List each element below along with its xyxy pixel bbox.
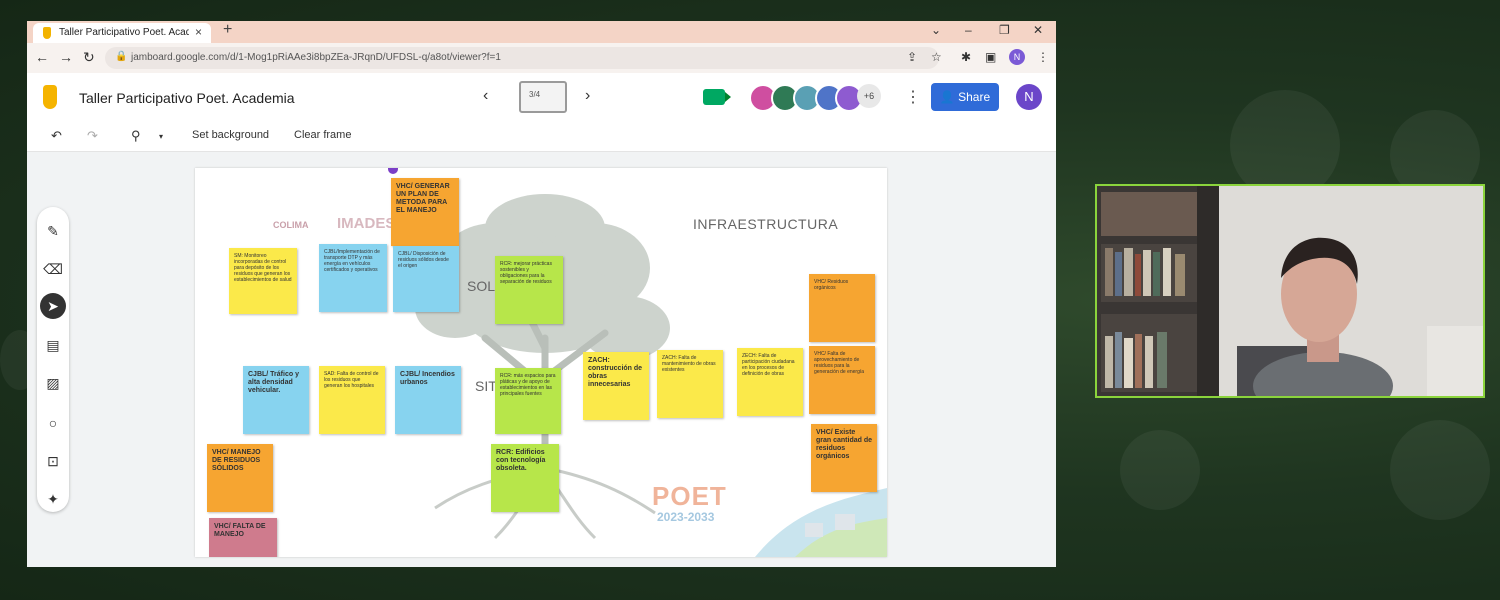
select-cursor-icon[interactable]: ➤: [40, 293, 66, 319]
sticky-note-icon[interactable]: ▤: [43, 335, 63, 355]
reload-icon[interactable]: ↻: [83, 49, 95, 66]
eraser-icon[interactable]: ⌫: [43, 259, 63, 279]
new-tab-button[interactable]: +: [223, 21, 232, 39]
jamboard-favicon-icon: [43, 27, 51, 39]
side-panel-icon[interactable]: ▣: [985, 50, 996, 64]
browser-window: Taller Participativo Poet. Academia × + …: [27, 21, 1056, 567]
text-box-icon[interactable]: ⊡: [43, 451, 63, 471]
participant-video-tile: [1095, 184, 1485, 398]
sticky-note[interactable]: SM: Monitoreo incorporadas de control pa…: [229, 248, 297, 314]
tool-palette: ✎ ⌫ ➤ ▤ ▨ ○ ⊡ ✦: [37, 207, 69, 512]
zoom-dropdown-icon[interactable]: ▾: [159, 132, 163, 141]
minimize-button[interactable]: –: [965, 23, 972, 37]
document-title[interactable]: Taller Participativo Poet. Academia: [79, 90, 295, 106]
pen-icon[interactable]: ✎: [43, 221, 63, 241]
zoom-icon[interactable]: ⚲: [131, 128, 141, 144]
lock-icon: 🔒: [115, 51, 128, 62]
circle-shape-icon[interactable]: ○: [43, 413, 63, 433]
extensions-puzzle-icon[interactable]: ✱: [961, 50, 971, 64]
sticky-note[interactable]: RCR: mejorar prácticas sostenibles y obl…: [495, 256, 563, 324]
redo-icon[interactable]: ↷: [87, 128, 98, 144]
frame-indicator: 3/4: [529, 90, 541, 99]
browser-menu-icon[interactable]: ⋮: [1037, 50, 1049, 64]
restore-button[interactable]: ❐: [999, 23, 1010, 37]
browser-profile-avatar[interactable]: N: [1009, 49, 1025, 65]
person-add-icon: 👤: [939, 90, 955, 104]
sit-label: SIT: [475, 378, 497, 394]
undo-icon[interactable]: ↶: [51, 128, 62, 144]
frame-bar-thumbnail[interactable]: 3/4: [519, 81, 567, 113]
tab-strip: Taller Participativo Poet. Academia × + …: [27, 21, 1056, 43]
sticky-note[interactable]: VHC/ Residuos orgánicos: [809, 274, 875, 342]
clear-frame-button[interactable]: Clear frame: [294, 129, 351, 141]
background-bokeh: [1390, 420, 1490, 520]
sticky-note[interactable]: VHC/ FALTA DE MANEJO: [209, 518, 277, 557]
more-options-icon[interactable]: ⋮: [905, 87, 921, 107]
account-avatar[interactable]: N: [1016, 84, 1042, 110]
poet-years: 2023-2033: [657, 510, 715, 524]
browser-tab[interactable]: Taller Participativo Poet. Academia ×: [33, 23, 211, 43]
share-page-icon[interactable]: ⇪: [907, 50, 917, 64]
sticky-note[interactable]: CJBL/ Incendios urbanos: [395, 366, 461, 434]
jamboard-header: Taller Participativo Poet. Academia ‹ 3/…: [27, 73, 1056, 121]
sticky-note[interactable]: SAD: Falta de control de los residuos qu…: [319, 366, 385, 434]
set-background-button[interactable]: Set background: [192, 129, 269, 141]
tab-title: Taller Participativo Poet. Academia: [59, 27, 189, 38]
sticky-note[interactable]: ZECH: Falta de participación ciudadana e…: [737, 348, 803, 416]
board-toolbar: ↶ ↷ ⚲ ▾ Set background Clear frame: [27, 121, 1056, 152]
more-participants-badge[interactable]: +6: [857, 84, 881, 108]
colima-logo: COLIMA: [273, 220, 309, 230]
jamboard-logo-icon[interactable]: [43, 85, 57, 109]
meet-camera-icon[interactable]: [703, 89, 731, 105]
canvas-area: ✎ ⌫ ➤ ▤ ▨ ○ ⊡ ✦ COLIMA IMADES INFRAESTRU…: [27, 152, 1056, 567]
tab-close-icon[interactable]: ×: [195, 25, 202, 39]
sticky-note[interactable]: CJBL/ Disposición de residuos sólidos de…: [393, 246, 459, 312]
sticky-note[interactable]: ZACH: Falta de mantenimiento de obras ex…: [657, 350, 723, 418]
sticky-note[interactable]: RCR: Edificios con tecnología obsoleta.: [491, 444, 559, 512]
share-label: Share: [958, 90, 991, 104]
poet-logo: POET: [652, 481, 727, 511]
back-arrow-icon[interactable]: ←: [35, 49, 49, 65]
jam-frame[interactable]: COLIMA IMADES INFRAESTRUCTURA SOLUCIONES…: [195, 168, 887, 557]
infraestructura-heading: INFRAESTRUCTURA: [693, 216, 839, 232]
sticky-note[interactable]: VHC/ MANEJO DE RESIDUOS SÓLIDOS: [207, 444, 273, 512]
sticky-note[interactable]: CJBL/Implementación de transporte DTP y …: [319, 244, 387, 312]
sticky-note[interactable]: RCR: más espacios para pláticas y de apo…: [495, 368, 561, 434]
participant-video-feed: [1097, 186, 1483, 396]
laser-icon[interactable]: ✦: [43, 489, 63, 509]
tab-search-icon[interactable]: ⌄: [931, 23, 941, 37]
navigation-bar: ← → ↻ 🔒 jamboard.google.com/d/1-Mog1pRiA…: [27, 43, 1056, 73]
background-bokeh: [1120, 430, 1200, 510]
next-frame-icon[interactable]: ›: [585, 87, 590, 105]
close-window-button[interactable]: ✕: [1033, 23, 1043, 37]
image-icon[interactable]: ▨: [43, 373, 63, 393]
sticky-note[interactable]: VHC/ Falta de aprovechamiento de residuo…: [809, 346, 875, 414]
url-text[interactable]: jamboard.google.com/d/1-Mog1pRiAAe3i8bpZ…: [131, 52, 501, 63]
sticky-note[interactable]: CJBL/ Tráfico y alta densidad vehicular.: [243, 366, 309, 434]
previous-frame-icon[interactable]: ‹: [483, 87, 488, 105]
sticky-note[interactable]: ZACH: construcción de obras innecesarias: [583, 352, 649, 420]
imades-logo: IMADES: [337, 215, 396, 232]
sticky-note[interactable]: VHC/ Existe gran cantidad de residuos or…: [811, 424, 877, 492]
sticky-note[interactable]: VHC/ GENERAR UN PLAN DE METODA PARA EL M…: [391, 178, 459, 246]
share-button[interactable]: 👤 Share: [931, 83, 999, 111]
forward-arrow-icon[interactable]: →: [59, 49, 73, 65]
address-bar[interactable]: 🔒 jamboard.google.com/d/1-Mog1pRiAAe3i8b…: [105, 47, 939, 69]
bookmark-star-icon[interactable]: ☆: [931, 50, 942, 64]
